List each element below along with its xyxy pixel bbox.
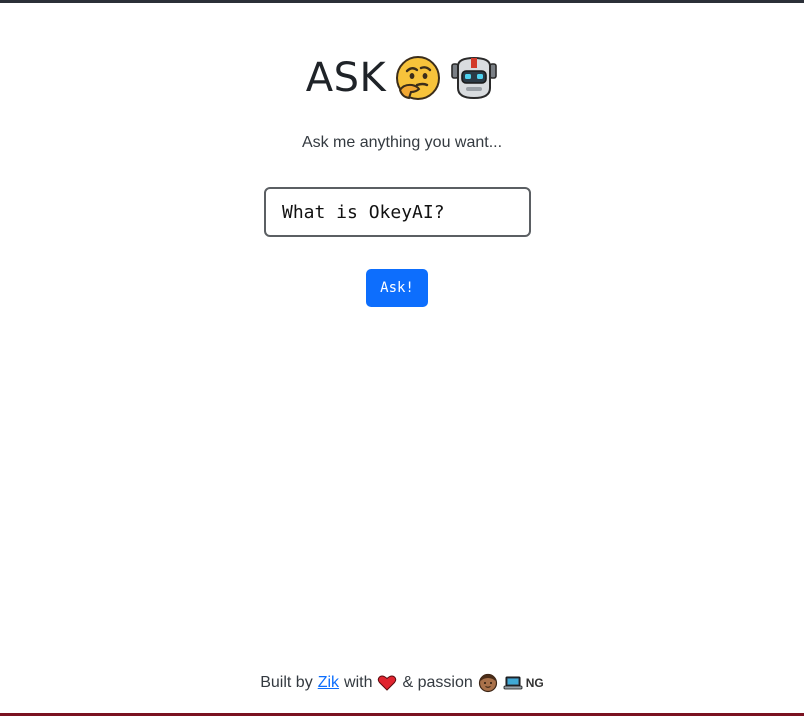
author-link[interactable]: Zik [318,674,339,692]
page-title: ASK [305,55,387,101]
footer-with-text: with [344,674,373,691]
laptop-icon [503,673,523,693]
page-subtitle: Ask me anything you want... [301,134,503,151]
country-code: NG [525,676,544,690]
footer-built-by-text: Built by [260,674,313,691]
page-header: ASK [0,50,804,106]
heart-icon [377,673,397,693]
thinking-face-icon [394,54,442,102]
top-border [0,0,804,3]
footer-passion-text: & passion [402,674,473,691]
footer: Built by Zik with & passion NG [0,672,804,694]
question-input[interactable] [264,187,531,237]
ask-button[interactable]: Ask! [366,269,428,307]
technologist-icon [478,673,498,693]
robot-icon [450,54,498,102]
